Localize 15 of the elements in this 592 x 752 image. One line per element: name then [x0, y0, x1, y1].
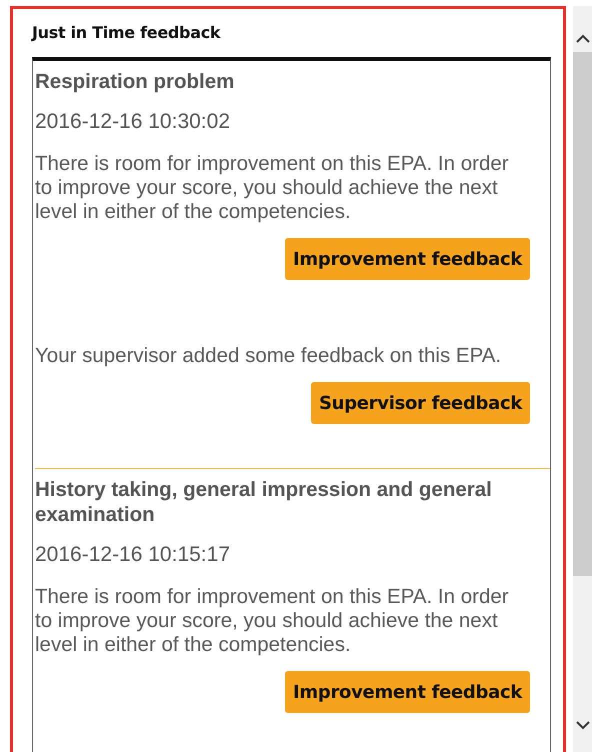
feedback-button[interactable]: Supervisor feedback — [311, 382, 530, 424]
feedback-message: There is room for improvement on this EPA. In order to improve your score, you should achieve the next level in either of the competencies. — [35, 152, 510, 224]
entry-title: History taking, general impression and general examination — [35, 477, 493, 527]
feedback-message: There is room for improvement on this EPA. In order to improve your score, you should achieve the next level in either of the competencies. — [35, 585, 510, 657]
entry-timestamp: 2016-12-16 10:15:17 — [35, 543, 231, 567]
entry-timestamp: 2016-12-16 10:30:02 — [35, 110, 231, 134]
scrollbar[interactable] — [573, 6, 592, 752]
feedback-button[interactable]: Improvement feedback — [285, 238, 530, 280]
feedback-message: Your supervisor added some feedback on this EPA. — [35, 344, 502, 368]
scroll-up-icon[interactable] — [576, 34, 590, 44]
panel-title: Just in Time feedback — [32, 23, 222, 44]
feedback-button[interactable]: Improvement feedback — [285, 671, 530, 713]
scroll-down-icon[interactable] — [576, 720, 590, 730]
scrollbar-thumb[interactable] — [573, 52, 592, 576]
entry-title: Respiration problem — [35, 69, 236, 94]
